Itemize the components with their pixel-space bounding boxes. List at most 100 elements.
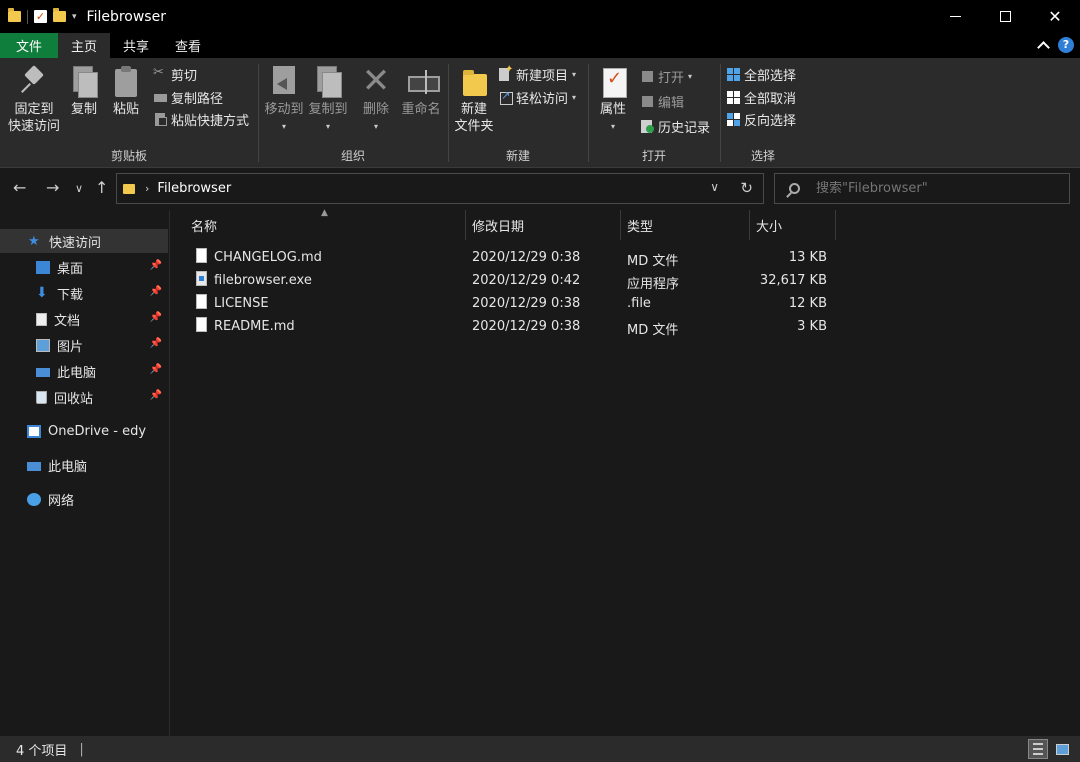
collapse-ribbon-icon[interactable] [1037, 40, 1050, 54]
table-row[interactable]: README.md 2020/12/29 0:38 MD 文件 3 KB [190, 315, 838, 338]
navigation-pane: ★ 快速访问 桌面 📌 ⬇ 下载 📌 文档 📌 图片 📌 此电脑 📌 回收站 📌… [0, 210, 170, 736]
copy-path-button[interactable]: 复制路径 [154, 87, 223, 107]
properties-icon[interactable]: ✓ [34, 10, 47, 23]
easy-access-button[interactable]: 轻松访问 ▾ [499, 87, 576, 107]
tab-home[interactable]: 主页 [58, 33, 111, 58]
large-icons-view-icon [1055, 743, 1069, 755]
nav-label: 图片 [57, 339, 84, 355]
invert-selection-button[interactable]: 反向选择 [727, 109, 796, 129]
properties-icon [598, 66, 628, 98]
column-header-modified[interactable]: 修改日期 [466, 210, 621, 240]
nav-network[interactable]: 网络 [0, 487, 168, 511]
file-name: LICENSE [214, 296, 269, 311]
open-button[interactable]: 打开 ▾ [641, 66, 692, 86]
new-folder-button[interactable]: 新建 文件夹 [453, 66, 495, 135]
nav-label: 桌面 [57, 261, 84, 277]
table-row[interactable]: filebrowser.exe 2020/12/29 0:42 应用程序 32,… [190, 269, 838, 292]
file-size: 32,617 KB [759, 273, 827, 288]
address-path[interactable]: Filebrowser [157, 181, 231, 196]
move-to-label: 移动到 [264, 102, 304, 117]
copy-icon [69, 66, 99, 98]
rename-button[interactable]: 重命名 [399, 66, 443, 118]
nav-this-pc-pinned[interactable]: 此电脑 📌 [0, 359, 168, 383]
edit-button[interactable]: 编辑 [641, 91, 684, 111]
search-box[interactable] [774, 173, 1070, 204]
nav-onedrive[interactable]: OneDrive - edy [0, 419, 168, 443]
select-none-button[interactable]: 全部取消 [727, 87, 796, 107]
rename-label: 重命名 [401, 102, 441, 117]
new-folder-label-1: 新建 [460, 102, 487, 117]
copy-button[interactable]: 复制 [66, 66, 102, 118]
select-all-button[interactable]: 全部选择 [727, 64, 796, 84]
maximize-button[interactable] [980, 0, 1030, 33]
ribbon: 固定到 快速访问 复制 粘贴 剪切 复制路径 粘贴快捷方式 剪贴板 移动到 [0, 58, 1080, 168]
help-icon[interactable]: ? [1058, 37, 1074, 53]
properties-button[interactable]: 属性 ▾ [595, 66, 631, 135]
nav-desktop[interactable]: 桌面 📌 [0, 255, 168, 279]
nav-label: 文档 [54, 313, 81, 329]
nav-documents[interactable]: 文档 📌 [0, 307, 168, 331]
details-view-icon [1033, 743, 1043, 755]
open-group: 属性 ▾ 打开 ▾ 编辑 历史记录 打开 [589, 58, 719, 168]
nav-recycle-bin[interactable]: 回收站 📌 [0, 385, 168, 409]
copy-to-button[interactable]: 复制到 ▾ [307, 66, 349, 135]
history-icon [641, 119, 654, 133]
column-header-name[interactable]: 名称 [185, 210, 466, 240]
pin-icon: 📌 [149, 390, 162, 401]
chevron-down-icon: ▾ [688, 71, 693, 81]
pin-quick-access-button[interactable]: 固定到 快速访问 [6, 66, 62, 135]
new-folder-icon[interactable] [53, 8, 66, 22]
chevron-right-icon[interactable]: › [145, 182, 149, 195]
new-item-label: 新建项目 [516, 68, 569, 84]
new-folder-label-2: 文件夹 [454, 119, 494, 134]
address-bar[interactable]: › Filebrowser ∨ ↻ [116, 173, 764, 204]
search-input[interactable] [816, 181, 1056, 196]
file-size: 3 KB [797, 319, 827, 334]
chevron-down-icon[interactable]: ∨ [710, 180, 719, 194]
pin-icon: 📌 [149, 286, 162, 297]
tab-file[interactable]: 文件 [0, 33, 59, 58]
paste-label: 粘贴 [112, 102, 139, 117]
new-item-button[interactable]: 新建项目 ▾ [499, 64, 576, 84]
divider: | [79, 741, 84, 757]
copy-path-label: 复制路径 [171, 91, 224, 107]
nav-pictures[interactable]: 图片 📌 [0, 333, 168, 357]
move-to-icon [269, 66, 299, 98]
forward-button[interactable]: → [46, 178, 59, 197]
refresh-icon[interactable]: ↻ [740, 179, 753, 197]
file-size: 13 KB [788, 250, 827, 265]
table-row[interactable]: LICENSE 2020/12/29 0:38 .file 12 KB [190, 292, 838, 315]
column-header-type[interactable]: 类型 [621, 210, 750, 240]
paste-button[interactable]: 粘贴 [108, 66, 144, 118]
nav-quick-access[interactable]: ★ 快速访问 [0, 229, 168, 253]
divider [27, 9, 28, 24]
tab-share[interactable]: 共享 [110, 33, 162, 58]
up-button[interactable]: ↑ [95, 178, 108, 197]
close-button[interactable]: ✕ [1030, 0, 1080, 33]
large-icons-view-button[interactable] [1052, 739, 1072, 759]
delete-button[interactable]: ✕ 删除 ▾ [359, 64, 393, 135]
history-button[interactable]: 历史记录 [641, 116, 710, 136]
minimize-button[interactable] [930, 0, 980, 33]
search-icon [789, 183, 800, 194]
paste-shortcut-button[interactable]: 粘贴快捷方式 [154, 109, 249, 129]
move-to-button[interactable]: 移动到 ▾ [263, 66, 305, 135]
nav-downloads[interactable]: ⬇ 下载 📌 [0, 281, 168, 305]
rename-icon [406, 66, 440, 98]
customize-toolbar-icon[interactable]: ▾ [72, 12, 77, 22]
cut-button[interactable]: 剪切 [153, 64, 197, 84]
tab-view[interactable]: 查看 [162, 33, 214, 58]
recent-locations-button[interactable]: ∨ [75, 182, 83, 195]
column-header-size[interactable]: 大小 [750, 210, 836, 240]
table-row[interactable]: CHANGELOG.md 2020/12/29 0:38 MD 文件 13 KB [190, 246, 838, 269]
nav-label: 网络 [48, 493, 75, 509]
details-view-button[interactable] [1028, 739, 1048, 759]
clipboard-group: 固定到 快速访问 复制 粘贴 剪切 复制路径 粘贴快捷方式 剪贴板 [0, 58, 258, 168]
chevron-down-icon: ▾ [610, 122, 615, 131]
nav-this-pc[interactable]: 此电脑 [0, 453, 168, 477]
window-controls: ✕ [930, 0, 1080, 33]
file-modified: 2020/12/29 0:38 [472, 250, 581, 265]
back-button[interactable]: ← [13, 178, 26, 197]
new-group: 新建 文件夹 新建项目 ▾ 轻松访问 ▾ 新建 [449, 58, 587, 168]
nav-label: 此电脑 [57, 365, 97, 381]
